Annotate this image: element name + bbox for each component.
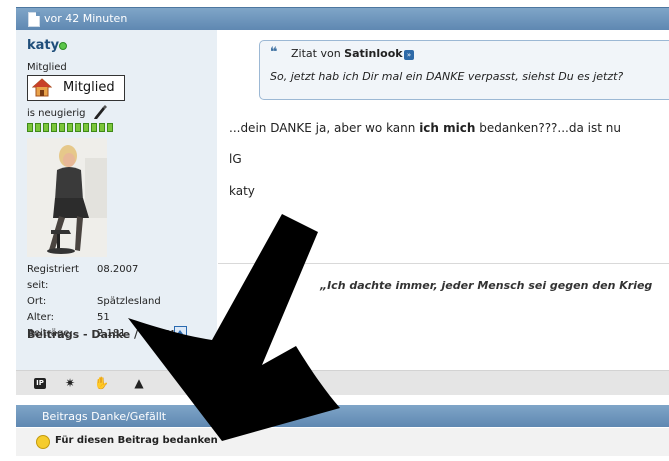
- thanks-section-header: Beitrags Danke/Gefällt: [16, 405, 669, 427]
- jump-to-post-icon[interactable]: »: [404, 50, 414, 60]
- rank-badge-label: Mitglied: [63, 80, 115, 95]
- reputation-pip: [35, 123, 41, 132]
- reputation-bar: [27, 123, 113, 132]
- post-header: vor 42 Minuten: [16, 7, 669, 30]
- stat-value: 51: [97, 312, 110, 323]
- stat-key: Registriert seit:: [27, 264, 79, 291]
- rank-badge: Mitglied: [27, 75, 125, 101]
- post-toolbar: IP ✷ ✋ ▲: [16, 370, 669, 395]
- thanks-section-title: Beitrags Danke/Gefällt: [42, 410, 167, 423]
- reputation-pip: [51, 123, 57, 132]
- reputation-pip: [59, 123, 65, 132]
- warning-icon[interactable]: ▲: [132, 376, 146, 390]
- username-link[interactable]: katy: [27, 38, 59, 53]
- avatar-image: [27, 138, 107, 257]
- quote-text: So, jetzt hab ich Dir mal ein DANKE verp…: [270, 70, 624, 83]
- reputation-pip: [43, 123, 49, 132]
- mood-label: is neugierig: [27, 108, 86, 119]
- ip-icon[interactable]: IP: [34, 378, 46, 389]
- reputation-pip: [99, 123, 105, 132]
- quote-prefix: Zitat von: [291, 47, 341, 60]
- quote-icon: ❝: [270, 45, 278, 60]
- message-part-1: ...dein DANKE ja, aber wo kann: [229, 121, 420, 135]
- collapse-button[interactable]: [174, 326, 187, 339]
- signature-divider: [218, 263, 669, 264]
- message-signoff: katy: [229, 184, 255, 198]
- stat-key: Alter:: [27, 312, 54, 323]
- stat-value: 08.2007: [97, 264, 139, 275]
- house-icon: [32, 78, 52, 97]
- avatar[interactable]: [27, 138, 107, 257]
- message-part-3: bedanken???...da ist nu: [475, 121, 621, 135]
- post-time: vor 42 Minuten: [44, 12, 128, 25]
- thanks-summary-label: Beitrags - Danke / Gefällt: [27, 328, 184, 341]
- reputation-pip: [107, 123, 113, 132]
- signature: „Ich dachte immer, jeder Mensch sei gege…: [320, 279, 653, 292]
- document-icon: [28, 12, 40, 27]
- message-text: ...dein DANKE ja, aber wo kann ich mich …: [229, 121, 621, 135]
- reputation-pip: [91, 123, 97, 132]
- quote-header: Zitat von Satinlook: [291, 47, 403, 60]
- message-greeting: lG: [229, 152, 242, 166]
- stat-row: Registriert seit: 08.2007: [27, 262, 161, 294]
- message-part-bold: ich mich: [419, 121, 476, 135]
- reputation-pip: [27, 123, 33, 132]
- online-status-icon: [59, 42, 67, 50]
- star-icon[interactable]: ✷: [63, 376, 77, 390]
- reputation-pip: [75, 123, 81, 132]
- reputation-pip: [83, 123, 89, 132]
- handshake-icon[interactable]: ✋: [94, 376, 109, 390]
- thank-post-link[interactable]: Für diesen Beitrag bedanken: [55, 435, 218, 446]
- smiley-icon: [36, 435, 50, 449]
- quote-author: Satinlook: [344, 47, 403, 60]
- reputation-pip: [67, 123, 73, 132]
- pencil-icon[interactable]: [92, 104, 108, 120]
- stat-value: Spätzlesland: [97, 296, 161, 307]
- stat-key: Ort:: [27, 296, 47, 307]
- stat-row: Alter: 51: [27, 310, 161, 326]
- rank-label: Mitglied: [27, 62, 67, 73]
- stat-row: Ort: Spätzlesland: [27, 294, 161, 310]
